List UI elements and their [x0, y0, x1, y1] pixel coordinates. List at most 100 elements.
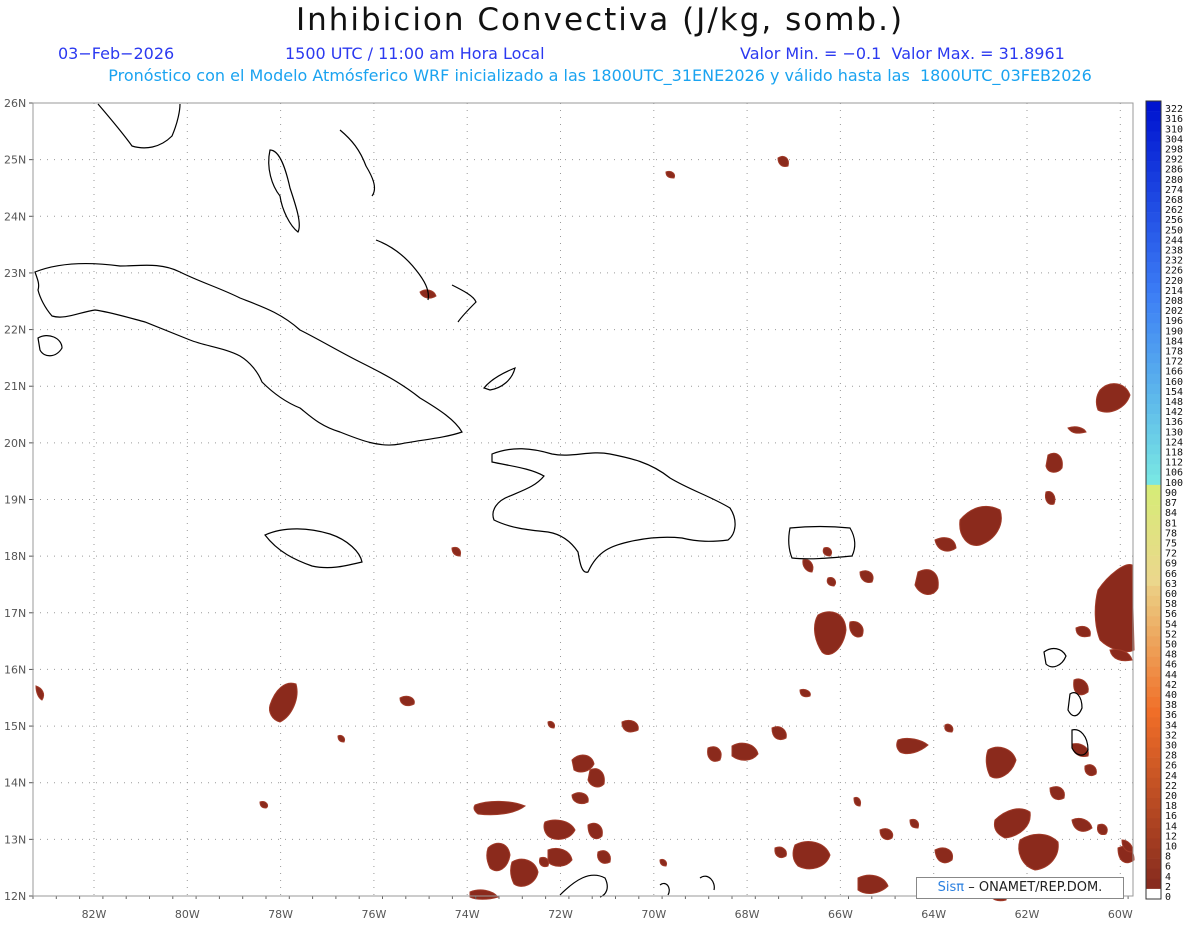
lat-label: 19N	[4, 494, 26, 507]
lon-label: 64W	[921, 908, 946, 921]
coast-bahamas-1	[339, 129, 376, 197]
cin-area-vi-2	[934, 537, 957, 552]
cin-area-w2	[399, 695, 415, 707]
cin-area-c11	[707, 746, 722, 762]
lat-label: 20N	[4, 437, 26, 450]
colorbar-swatch	[1146, 808, 1161, 819]
colorbar: 3223163103042982922862802742682622562502…	[1145, 100, 1183, 903]
colorbar-swatch	[1146, 494, 1161, 506]
cin-area-9	[1075, 625, 1091, 638]
cin-area-w11	[826, 577, 837, 587]
colorbar-swatch	[1146, 262, 1161, 274]
colorbar-swatch	[1146, 363, 1161, 375]
colorbar-swatch	[1146, 181, 1161, 193]
colorbar-swatch	[1146, 636, 1161, 647]
colorbar-label: 0	[1165, 892, 1171, 903]
coast-dominica	[1067, 692, 1083, 717]
colorbar-swatch	[1146, 222, 1161, 233]
colorbar-swatch	[1146, 838, 1161, 849]
colorbar-swatch	[1146, 404, 1161, 415]
colorbar-swatch	[1146, 575, 1161, 587]
colorbar-swatch	[1146, 878, 1161, 890]
colorbar-swatch	[1146, 868, 1161, 880]
colorbar-swatch	[1146, 121, 1161, 132]
cin-area-w1	[269, 682, 298, 723]
colorbar-swatch	[1146, 626, 1161, 637]
map-frame	[32, 102, 1134, 897]
cin-area-w4	[777, 155, 789, 167]
cin-area-7	[1073, 678, 1089, 696]
cin-area-c1	[473, 800, 526, 816]
lat-label: 16N	[4, 663, 26, 676]
lat-label: 21N	[4, 380, 26, 393]
lat-label: 26N	[4, 97, 26, 110]
colorbar-swatch	[1146, 353, 1161, 364]
colorbar-swatch	[1146, 595, 1161, 607]
lat-label: 12N	[4, 890, 26, 903]
cin-area-20	[792, 841, 831, 870]
colorbar-swatch	[1146, 616, 1161, 627]
colorbar-swatch	[1146, 505, 1161, 516]
cin-area-w13	[337, 735, 345, 743]
colorbar-swatch	[1146, 454, 1161, 465]
coast-florida	[97, 103, 181, 149]
colorbar-swatch	[1146, 565, 1161, 577]
colorbar-swatch	[1146, 212, 1161, 223]
colorbar-swatch	[1146, 777, 1161, 789]
lon-label: 76W	[361, 908, 386, 921]
cin-area-c13	[771, 726, 787, 741]
cin-area-c5	[547, 847, 573, 867]
colorbar-swatch	[1146, 191, 1161, 203]
cin-area-14	[1071, 817, 1093, 832]
cin-area-c4	[543, 819, 576, 840]
cin-area-c3	[510, 858, 539, 887]
forecast-map: 26N 25N 24N 23N 22N 21N 20N 19N 18N 17N 16N 15N 14N 1…	[4, 97, 1183, 921]
colorbar-swatch	[1146, 818, 1161, 829]
cin-area-10	[896, 737, 929, 755]
cin-area-eastern-islands	[1094, 564, 1135, 653]
cin-area-1	[914, 569, 939, 595]
colorbar-swatch	[1146, 525, 1161, 536]
lon-label: 62W	[1015, 908, 1040, 921]
cin-area-19	[934, 847, 954, 864]
coast-cuba	[34, 262, 463, 446]
lat-label: 17N	[4, 607, 26, 620]
cin-area-16	[1049, 786, 1065, 801]
colorbar-swatch	[1146, 707, 1161, 718]
cin-area-w9	[802, 559, 814, 573]
colorbar-swatch	[1146, 343, 1161, 354]
cin-field	[35, 155, 1135, 902]
colorbar-swatch	[1146, 242, 1161, 253]
coast-jamaica	[264, 528, 363, 569]
colorbar-swatch	[1146, 545, 1161, 556]
colorbar-swatch	[1146, 585, 1161, 597]
colorbar-swatch	[1146, 888, 1161, 900]
colorbar-swatch	[1146, 555, 1161, 566]
colorbar-swatch	[1146, 303, 1161, 314]
cin-area-c7	[587, 768, 605, 788]
coast-andros	[268, 149, 300, 233]
colorbar-swatch	[1146, 333, 1161, 344]
colorbar-swatch	[1146, 393, 1161, 405]
colorbar-swatch	[1146, 474, 1161, 486]
cin-area-23	[879, 828, 894, 841]
cin-area-vi-1	[959, 505, 1002, 546]
colorbar-swatch	[1146, 272, 1161, 284]
colorbar-swatch	[1146, 696, 1161, 708]
map-axes: 26N 25N 24N 23N 22N 21N 20N 19N 18N 17N 16N 15N 14N 1…	[4, 97, 1134, 921]
lon-label: 68W	[735, 908, 760, 921]
colorbar-swatch	[1146, 717, 1161, 728]
lon-label: 82W	[82, 908, 107, 921]
cin-area-5	[1045, 491, 1056, 505]
colorbar-swatch	[1146, 484, 1161, 496]
coast-isla-juventud	[37, 335, 63, 357]
colorbar-swatch	[1146, 323, 1161, 334]
lon-label: 70W	[641, 908, 666, 921]
cin-area-w18	[659, 859, 667, 867]
colorbar-swatch	[1146, 737, 1161, 748]
colorbar-swatch	[1146, 252, 1161, 263]
lon-label: 66W	[828, 908, 853, 921]
colorbar-swatch	[1146, 676, 1161, 688]
colorbar-swatch	[1146, 414, 1161, 425]
cin-area-13	[1018, 833, 1059, 871]
